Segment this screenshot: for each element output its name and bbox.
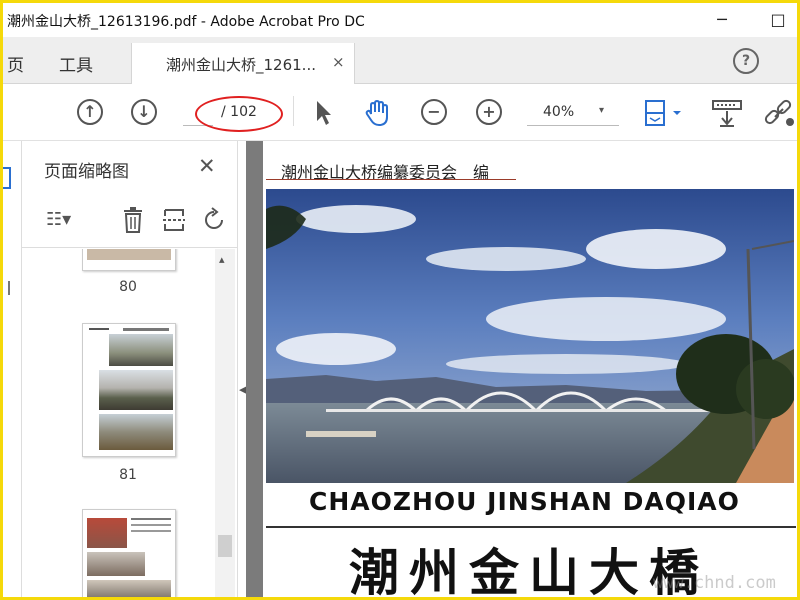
extract-page-icon[interactable] [162,207,186,237]
thumbnail-page-number: 81 [119,467,137,483]
scroll-up-icon[interactable]: ▴ [219,253,225,266]
scroll-thumb[interactable] [218,535,232,557]
previous-page-icon[interactable]: ↑ [77,99,103,125]
help-icon[interactable]: ? [733,48,759,74]
title-bar: 潮州金山大桥_12613196.pdf - Adobe Acrobat Pro … [3,3,797,37]
zoom-value: 40% [543,104,575,120]
tab-tools[interactable]: 工具 [59,51,93,76]
watermark: www.chnd.com [653,573,776,593]
select-tool-icon[interactable] [315,99,333,131]
header-rule [266,179,516,180]
toolbar: ↑ ↓ / 102 − + 40% ▾ [3,84,797,141]
navigation-strip [3,141,22,597]
thumbnail-page[interactable] [82,249,176,271]
next-page-icon[interactable]: ↓ [131,99,157,125]
thumbnail-panel: 页面缩略图 ✕ ☷▾ 80 81 ▴ [22,141,238,597]
thumbnail-nav-icon[interactable] [3,167,11,189]
rotate-icon[interactable] [204,207,226,237]
minimize-button[interactable]: ─ [709,7,735,33]
document-english-title: CHAOZHOU JINSHAN DAQIAO [309,487,740,516]
thumbnail-page[interactable] [82,323,176,457]
zoom-in-icon[interactable]: + [476,99,502,125]
zoom-select[interactable]: 40% ▾ [527,101,619,126]
toolbar-divider [293,96,294,126]
app-window: 潮州金山大桥_12613196.pdf - Adobe Acrobat Pro … [0,0,800,600]
fit-page-icon[interactable] [643,98,683,132]
tab-document[interactable]: 潮州金山大桥_1261... × [131,43,355,84]
chevron-down-icon: ▾ [599,105,605,116]
pdf-page: 潮州金山大桥编纂委员会 编 CHAOZHOU JINSHAN DAQIAO 潮州… [263,141,797,597]
attachment-nav-icon[interactable] [3,281,10,295]
thumbnail-scrollbar[interactable]: ▴ [215,249,235,597]
zoom-out-icon[interactable]: − [421,99,447,125]
read-mode-icon[interactable] [711,98,743,132]
tab-home[interactable]: 页 [7,51,24,76]
panel-toolbar: ☷▾ [22,195,237,248]
document-tab-label: 潮州金山大桥_1261... [166,56,316,74]
window-title: 潮州金山大桥_12613196.pdf - Adobe Acrobat Pro … [7,14,365,30]
document-area[interactable]: 潮州金山大桥编纂委员会 编 CHAOZHOU JINSHAN DAQIAO 潮州… [246,141,797,597]
title-rule [266,526,796,528]
highlight-oval [195,96,283,132]
thumbnail-page[interactable] [82,509,176,597]
tab-bar: 页 工具 潮州金山大桥_1261... × ? [3,37,797,84]
thumbnail-list: 80 81 82 [22,249,220,597]
options-menu-icon[interactable]: ☷▾ [46,207,71,233]
bridge-photo [266,189,794,483]
hand-tool-icon[interactable] [363,98,393,132]
close-panel-icon[interactable]: ✕ [198,154,216,178]
panel-title: 页面缩略图 [44,162,129,182]
link-icon[interactable] [763,99,795,131]
delete-icon[interactable] [122,207,144,237]
close-tab-icon[interactable]: × [332,53,345,71]
maximize-button[interactable]: □ [765,7,791,33]
thumbnail-page-number: 80 [119,279,137,295]
